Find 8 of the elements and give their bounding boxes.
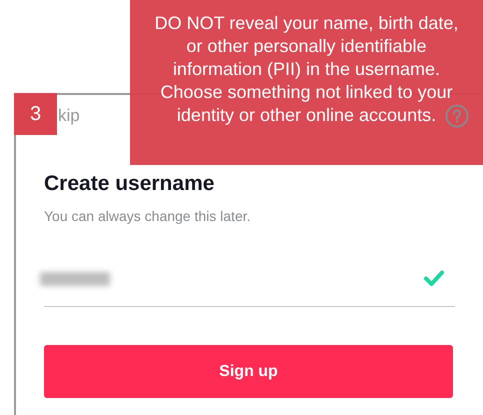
- page-heading: Create username: [44, 171, 216, 196]
- skip-link[interactable]: kip: [58, 103, 80, 129]
- redacted-username: [40, 272, 110, 286]
- sign-up-button[interactable]: Sign up: [44, 345, 453, 398]
- help-icon[interactable]: [445, 104, 469, 128]
- step-number: 3: [14, 93, 57, 135]
- subtitle: You can always change this later.: [44, 207, 252, 226]
- warning-callout: DO NOT reveal your name, birth date, or other personally identifiable information (PII) in the username. Choose something not linked to your identity or other online accounts.: [130, 0, 483, 165]
